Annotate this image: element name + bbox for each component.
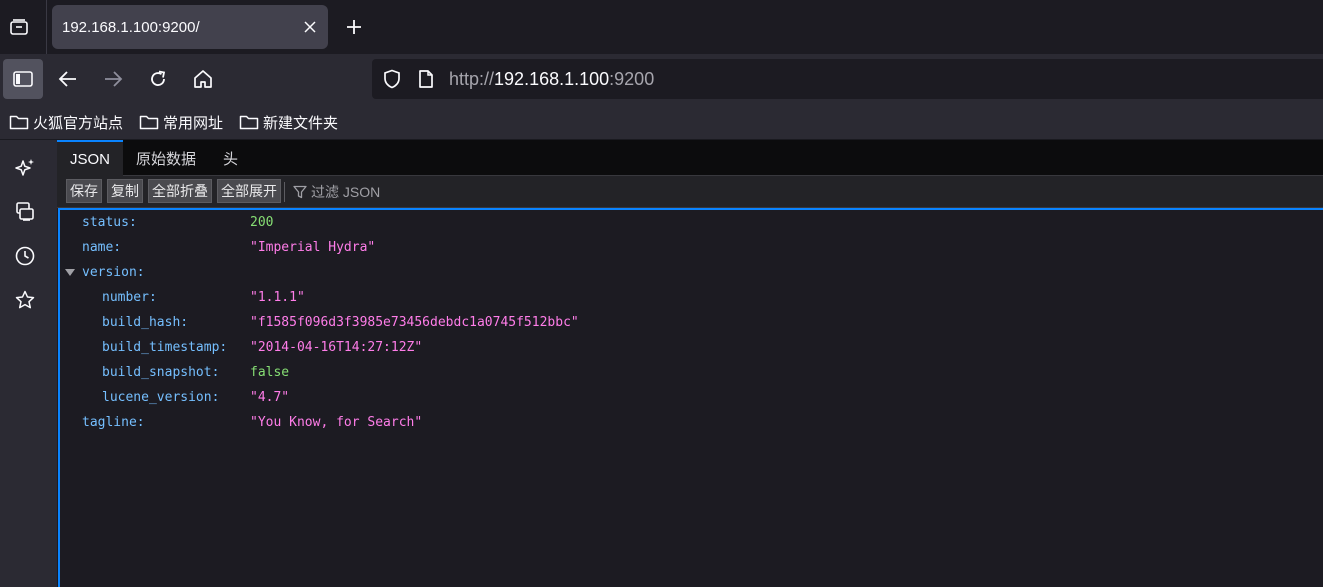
json-row-version[interactable]: version: bbox=[60, 260, 1320, 285]
json-value: "You Know, for Search" bbox=[250, 415, 423, 430]
arrow-left-icon bbox=[58, 71, 76, 87]
filter-json-input[interactable]: 过滤 JSON bbox=[293, 180, 380, 204]
bookmark-folder-firefox-sites[interactable]: 火狐官方站点 bbox=[9, 111, 123, 133]
json-key: build_snapshot: bbox=[102, 365, 220, 380]
json-value: "f1585f096d3f3985e73456debdc1a0745f512bb… bbox=[250, 315, 579, 330]
json-value: "4.7" bbox=[250, 390, 290, 405]
save-button[interactable]: 保存 bbox=[66, 179, 102, 203]
bookmark-label: 常用网址 bbox=[163, 114, 224, 132]
json-value: "Imperial Hydra" bbox=[250, 240, 376, 255]
json-key: name: bbox=[82, 240, 122, 255]
copy-button[interactable]: 复制 bbox=[107, 179, 143, 203]
json-row[interactable]: build_snapshot: false bbox=[60, 360, 1320, 385]
json-key: lucene_version: bbox=[102, 390, 220, 405]
back-button[interactable] bbox=[48, 59, 88, 99]
plus-icon bbox=[347, 20, 361, 34]
sidebar-toggle-button[interactable] bbox=[3, 59, 43, 99]
json-value: 200 bbox=[250, 215, 274, 230]
url-port: :9200 bbox=[609, 69, 655, 89]
bookmark-folder-common-sites[interactable]: 常用网址 bbox=[139, 111, 223, 133]
bookmark-folder-new-folder[interactable]: 新建文件夹 bbox=[239, 111, 338, 133]
tab-list-button[interactable] bbox=[0, 6, 38, 48]
bookmark-label: 新建文件夹 bbox=[263, 114, 339, 132]
json-viewer: JSON 原始数据 头 保存 复制 全部折叠 全部展开 过滤 JSON stat… bbox=[57, 140, 1323, 587]
folder-icon bbox=[239, 115, 259, 130]
devices-icon bbox=[16, 202, 34, 221]
sidebar bbox=[0, 140, 57, 587]
json-tree: status: 200 name: "Imperial Hydra" versi… bbox=[58, 208, 1323, 587]
star-icon bbox=[15, 290, 35, 309]
sparkles-icon bbox=[15, 159, 34, 176]
json-value: false bbox=[250, 365, 290, 380]
json-row[interactable]: build_hash: "f1585f096d3f3985e73456debdc… bbox=[60, 310, 1320, 335]
json-row[interactable]: lucene_version: "4.7" bbox=[60, 385, 1320, 410]
history-button[interactable] bbox=[12, 243, 38, 269]
bookmarks-toolbar: 火狐官方站点 常用网址 新建文件夹 bbox=[0, 104, 1323, 140]
synced-tabs-button[interactable] bbox=[12, 199, 38, 225]
home-icon bbox=[194, 70, 212, 88]
browser-tab[interactable]: 192.168.1.100:9200/ bbox=[52, 5, 328, 49]
folder-icon bbox=[139, 115, 159, 130]
json-value: "2014-04-16T14:27:12Z" bbox=[250, 340, 423, 355]
tab-raw-data-label: 原始数据 bbox=[136, 150, 197, 168]
json-key: number: bbox=[102, 290, 157, 305]
collapse-all-button[interactable]: 全部折叠 bbox=[148, 179, 212, 203]
json-key: version: bbox=[82, 265, 145, 280]
json-row[interactable]: number: "1.1.1" bbox=[60, 285, 1320, 310]
json-row[interactable]: name: "Imperial Hydra" bbox=[60, 235, 1320, 260]
page-icon[interactable] bbox=[416, 69, 436, 89]
tab-headers[interactable]: 头 bbox=[210, 140, 251, 176]
new-tab-button[interactable] bbox=[340, 13, 368, 41]
bookmark-label: 火狐官方站点 bbox=[33, 114, 124, 132]
tab-strip-divider bbox=[46, 0, 47, 54]
shield-icon[interactable] bbox=[382, 69, 402, 89]
tab-strip: 192.168.1.100:9200/ bbox=[0, 0, 1323, 54]
toolbar-divider bbox=[284, 182, 285, 202]
json-row[interactable]: status: 200 bbox=[60, 210, 1320, 235]
home-button[interactable] bbox=[183, 59, 223, 99]
tab-close-button[interactable] bbox=[300, 17, 320, 37]
viewer-tabs: JSON 原始数据 头 bbox=[57, 140, 1323, 176]
navigation-toolbar: http://192.168.1.100:9200 bbox=[0, 54, 1323, 104]
url-bar[interactable]: http://192.168.1.100:9200 bbox=[372, 59, 1323, 99]
expand-toggle-icon[interactable] bbox=[65, 269, 75, 276]
json-row[interactable]: build_timestamp: "2014-04-16T14:27:12Z" bbox=[60, 335, 1320, 360]
json-value: "1.1.1" bbox=[250, 290, 305, 305]
folder-icon bbox=[9, 115, 29, 130]
clock-icon bbox=[15, 246, 35, 266]
viewer-toolbar: 保存 复制 全部折叠 全部展开 过滤 JSON bbox=[57, 176, 1323, 208]
reload-icon bbox=[151, 70, 166, 86]
sidebar-icon bbox=[13, 71, 33, 87]
filter-placeholder: 过滤 JSON bbox=[311, 184, 381, 200]
url-text[interactable]: http://192.168.1.100:9200 bbox=[449, 69, 654, 90]
expand-all-button[interactable]: 全部展开 bbox=[217, 179, 281, 203]
forward-button[interactable] bbox=[93, 59, 133, 99]
filter-icon bbox=[293, 185, 307, 199]
tab-raw-data[interactable]: 原始数据 bbox=[123, 140, 209, 176]
json-key: build_hash: bbox=[102, 315, 189, 330]
arrow-right-icon bbox=[105, 71, 123, 87]
ai-chatbot-button[interactable] bbox=[12, 155, 38, 181]
tab-list-icon bbox=[10, 19, 28, 35]
json-key: tagline: bbox=[82, 415, 145, 430]
tab-json[interactable]: JSON bbox=[57, 140, 124, 176]
tab-json-label: JSON bbox=[70, 150, 111, 168]
tab-headers-label: 头 bbox=[223, 150, 239, 168]
json-key: build_timestamp: bbox=[102, 340, 228, 355]
json-key: status: bbox=[82, 215, 137, 230]
reload-button[interactable] bbox=[138, 59, 178, 99]
close-icon bbox=[304, 21, 316, 33]
url-scheme: http:// bbox=[449, 69, 495, 89]
tab-title: 192.168.1.100:9200/ bbox=[62, 19, 200, 36]
url-host: 192.168.1.100 bbox=[494, 69, 610, 89]
json-row[interactable]: tagline: "You Know, for Search" bbox=[60, 410, 1320, 435]
bookmarks-button[interactable] bbox=[12, 287, 38, 313]
